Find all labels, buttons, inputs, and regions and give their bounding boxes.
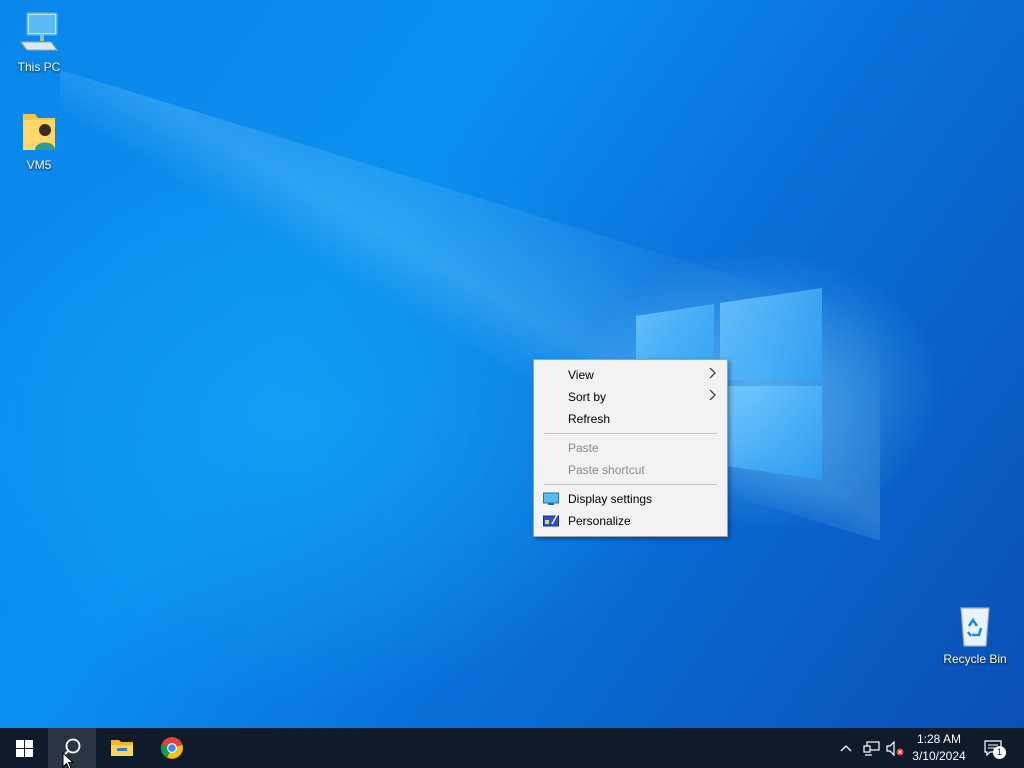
menu-separator xyxy=(544,433,717,434)
taskbar: 1:28 AM 3/10/2024 xyxy=(0,728,1024,768)
menu-item-label: View xyxy=(568,368,594,382)
desktop-icon-label: Recycle Bin xyxy=(943,652,1007,666)
menu-item-label: Sort by xyxy=(568,390,607,404)
windows-logo-icon xyxy=(15,739,33,757)
menu-item-label: Paste shortcut xyxy=(568,463,645,477)
clock-time: 1:28 AM xyxy=(916,732,962,746)
menu-item-label: Refresh xyxy=(568,412,611,426)
start-button[interactable] xyxy=(0,728,48,768)
desktop-context-menu: View Sort by Refresh Paste Paste shortcu… xyxy=(533,359,728,537)
menu-item-paste: Paste xyxy=(534,437,727,459)
folder-icon xyxy=(111,740,133,756)
mouse-cursor-icon xyxy=(62,752,74,768)
desktop-icon-label: VM5 xyxy=(26,158,52,172)
volume-muted-icon xyxy=(886,740,904,756)
menu-item-personalize[interactable]: Personalize xyxy=(534,510,727,532)
menu-separator xyxy=(544,484,717,485)
menu-item-paste-shortcut: Paste shortcut xyxy=(534,459,727,481)
clock-date: 3/10/2024 xyxy=(912,749,966,763)
menu-item-label: Display settings xyxy=(568,492,653,506)
desktop-icon-label: This PC xyxy=(17,60,61,74)
volume-button[interactable] xyxy=(884,728,906,768)
chevron-right-icon xyxy=(709,364,717,386)
menu-item-view[interactable]: View xyxy=(534,364,727,386)
chevron-up-icon xyxy=(840,745,852,752)
display-icon xyxy=(543,492,559,505)
menu-item-sort-by[interactable]: Sort by xyxy=(534,386,727,408)
user-folder-icon xyxy=(23,114,55,150)
chevron-right-icon xyxy=(709,386,717,408)
show-hidden-icons-button[interactable] xyxy=(836,728,856,768)
notification-count-badge: 1 xyxy=(993,746,1006,759)
system-clock[interactable]: 1:28 AM 3/10/2024 xyxy=(905,731,973,765)
chrome-icon xyxy=(160,737,183,759)
menu-item-refresh[interactable]: Refresh xyxy=(534,408,727,430)
desktop-wallpaper[interactable] xyxy=(0,0,1024,728)
menu-item-label: Personalize xyxy=(568,514,631,528)
menu-item-display-settings[interactable]: Display settings xyxy=(534,488,727,510)
personalize-icon xyxy=(543,514,559,527)
recycle-bin-icon xyxy=(960,607,990,647)
network-button[interactable] xyxy=(860,728,882,768)
this-pc-icon xyxy=(20,12,58,51)
network-icon xyxy=(862,740,880,756)
file-explorer-button[interactable] xyxy=(98,728,146,768)
chrome-button[interactable] xyxy=(148,728,196,768)
desktop-icon-vm5[interactable]: VM5 xyxy=(1,108,77,172)
desktop-icon-recycle-bin[interactable]: Recycle Bin xyxy=(937,602,1013,666)
menu-item-label: Paste xyxy=(568,441,599,455)
desktop-icon-this-pc[interactable]: This PC xyxy=(1,10,77,74)
